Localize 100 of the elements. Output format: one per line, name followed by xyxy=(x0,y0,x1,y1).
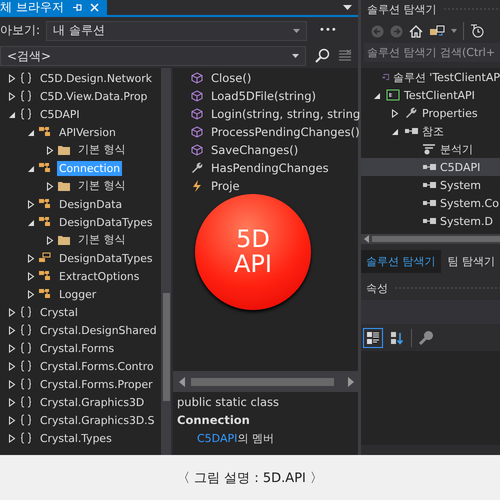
clock-icon[interactable] xyxy=(470,24,484,38)
tree-item[interactable]: Crystal.Forms.Contro xyxy=(38,358,156,374)
member-item[interactable]: Close() xyxy=(211,71,252,85)
tree-item[interactable]: 기본 형식 xyxy=(76,232,128,248)
search-field[interactable]: <검색> xyxy=(0,46,306,66)
tree-item[interactable]: DesignDataTypes xyxy=(57,214,154,230)
folder-icon xyxy=(57,234,71,246)
member-item[interactable]: SaveChanges() xyxy=(211,143,298,157)
tree-item[interactable]: C5DAPI xyxy=(38,106,82,122)
search-field[interactable]: 솔루션 탐색기 검색(Ctrl+ xyxy=(364,43,500,62)
expand-arrow-icon[interactable] xyxy=(27,254,35,262)
namespace-icon xyxy=(19,342,33,354)
tree-item[interactable]: DesignData xyxy=(57,196,124,212)
method-icon xyxy=(191,108,203,120)
expand-arrow-icon[interactable] xyxy=(27,290,35,298)
expand-arrow-icon[interactable] xyxy=(8,74,16,82)
tree-item[interactable]: DesignDataTypes xyxy=(57,250,154,266)
expand-arrow-icon[interactable] xyxy=(46,146,54,154)
caret-icon[interactable] xyxy=(451,29,457,33)
expand-arrow-icon[interactable] xyxy=(46,182,54,190)
tree-item[interactable]: System.Co xyxy=(440,196,499,210)
expand-arrow-icon[interactable] xyxy=(46,236,54,244)
member-item[interactable]: Load5DFile(string) xyxy=(211,89,316,103)
sync-icon[interactable] xyxy=(429,24,445,38)
tree-item[interactable]: TestClientAPI xyxy=(404,88,475,102)
scroll-left-icon[interactable] xyxy=(364,235,369,243)
pin-icon[interactable] xyxy=(72,3,82,12)
reference-icon xyxy=(422,179,436,191)
scrollbar[interactable] xyxy=(161,68,171,455)
class-icon xyxy=(38,162,52,174)
expand-arrow-icon[interactable] xyxy=(8,434,16,442)
member-item[interactable]: Proje xyxy=(211,179,240,193)
tree-item[interactable]: 솔루션 'TestClientAP xyxy=(392,70,500,84)
scroll-left-icon[interactable] xyxy=(179,376,185,386)
reference-icon xyxy=(422,197,436,209)
lightning-icon xyxy=(191,180,203,192)
tree-item[interactable]: Crystal.Forms xyxy=(38,340,116,356)
expand-arrow-icon[interactable] xyxy=(27,200,35,208)
expand-arrow-icon[interactable] xyxy=(8,416,16,424)
member-item[interactable]: HasPendingChanges xyxy=(211,161,329,175)
tree-item[interactable]: 기본 형식 xyxy=(76,142,128,158)
tree-item[interactable]: ExtractOptions xyxy=(57,268,142,284)
expand-arrow-icon[interactable] xyxy=(8,362,16,370)
method-icon xyxy=(191,90,203,102)
settings-icon[interactable] xyxy=(338,49,352,63)
namespace-icon xyxy=(19,72,33,84)
close-icon[interactable] xyxy=(90,3,99,12)
tree-item[interactable]: System.D xyxy=(440,214,493,228)
tree-item[interactable]: C5D.View.Data.Prop xyxy=(38,88,150,104)
expand-arrow-icon[interactable] xyxy=(27,218,35,226)
expand-arrow-icon[interactable] xyxy=(8,344,16,352)
expand-arrow-icon[interactable] xyxy=(8,398,16,406)
panel-tab[interactable]: 솔루션 탐색기 xyxy=(361,250,440,273)
expand-arrow-icon[interactable] xyxy=(373,90,381,100)
home-icon[interactable] xyxy=(409,24,423,38)
expand-arrow-icon[interactable] xyxy=(27,128,35,136)
reference-icon xyxy=(422,161,436,173)
expand-arrow-icon[interactable] xyxy=(8,380,16,388)
expand-arrow-icon[interactable] xyxy=(391,126,399,136)
tree-item[interactable]: APIVersion xyxy=(57,124,118,140)
namespace-icon xyxy=(19,378,33,390)
member-of-text: C5DAPI의 멤버 xyxy=(196,431,275,446)
browse-dropdown[interactable]: 내 솔루션 xyxy=(46,20,308,40)
namespace-link[interactable]: C5DAPI xyxy=(197,432,238,445)
expand-arrow-icon[interactable] xyxy=(8,110,16,118)
dropdown-icon[interactable] xyxy=(343,4,352,10)
type-name: Connection xyxy=(177,413,251,427)
tree-item[interactable]: Logger xyxy=(57,286,98,302)
scrollbar[interactable] xyxy=(173,371,360,392)
tree-item[interactable]: Crystal.Graphics3D xyxy=(38,394,146,410)
caption: 〈 그림 설명 : 5D.API 〉 xyxy=(176,470,324,486)
scrollbar[interactable] xyxy=(361,234,500,244)
expand-arrow-icon[interactable] xyxy=(8,92,16,100)
tree-item[interactable]: Crystal.Types xyxy=(38,430,114,446)
namespace-icon xyxy=(19,108,33,120)
scroll-right-icon[interactable] xyxy=(348,376,354,386)
namespace-icon xyxy=(19,396,33,408)
member-item[interactable]: ProcessPendingChanges() xyxy=(211,125,360,139)
folder-icon xyxy=(57,180,71,192)
tree-item[interactable]: 분석기 xyxy=(440,142,473,156)
tree-item[interactable]: Crystal.Forms.Proper xyxy=(38,376,155,392)
tree-item[interactable]: Properties xyxy=(422,106,478,120)
tree-item[interactable]: C5D.Design.Network xyxy=(38,70,154,86)
tree-item[interactable]: Crystal.DesignShared xyxy=(38,322,159,338)
window-tab[interactable]: 체 브라우저 xyxy=(0,0,107,15)
expand-arrow-icon[interactable] xyxy=(27,164,35,172)
tree-item[interactable]: Crystal.Graphics3D.S xyxy=(38,412,156,428)
more-button[interactable]: ••• xyxy=(313,25,343,36)
expand-arrow-icon[interactable] xyxy=(391,108,399,118)
tree-item[interactable]: Crystal xyxy=(38,304,80,320)
member-item[interactable]: Login(string, string, string xyxy=(211,107,360,121)
expand-arrow-icon[interactable] xyxy=(8,308,16,316)
expand-arrow-icon[interactable] xyxy=(27,272,35,280)
tree-item[interactable]: 참조 xyxy=(422,124,444,138)
expand-arrow-icon[interactable] xyxy=(8,326,16,334)
categorized-icon[interactable] xyxy=(363,328,383,348)
class-icon xyxy=(38,198,52,210)
tree-item[interactable]: System xyxy=(440,178,482,192)
tree-item[interactable]: 기본 형식 xyxy=(76,178,128,194)
search-icon[interactable] xyxy=(314,48,330,64)
